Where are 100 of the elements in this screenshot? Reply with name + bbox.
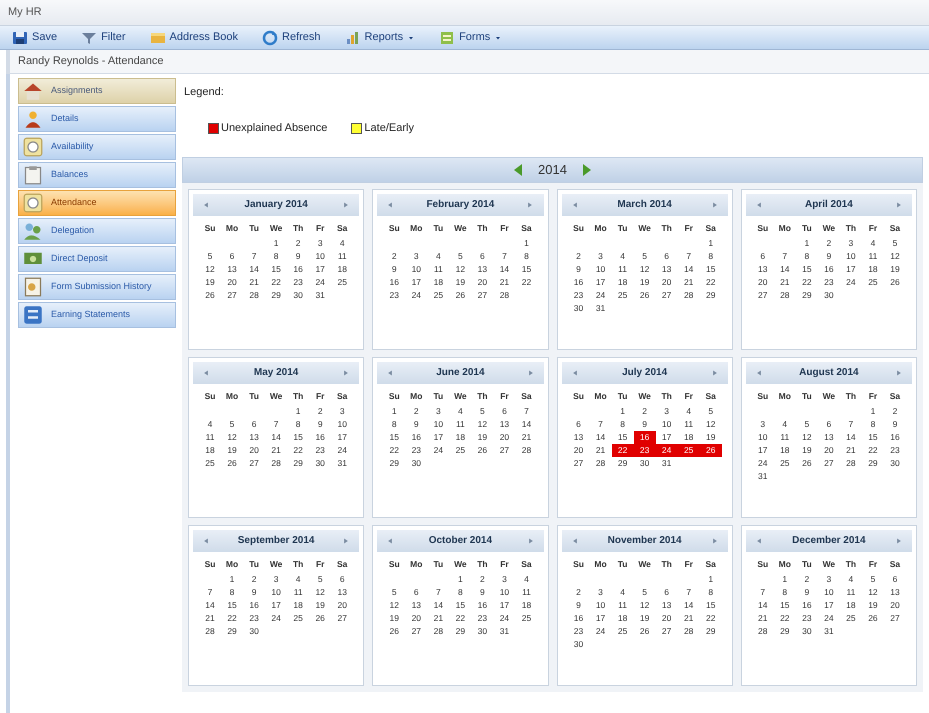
calendar-day[interactable]: 12: [449, 262, 472, 276]
calendar-day[interactable]: 29: [774, 624, 796, 638]
calendar-day[interactable]: 8: [265, 250, 288, 262]
calendar-day[interactable]: 5: [796, 418, 818, 430]
calendar-day[interactable]: 15: [265, 262, 288, 276]
calendar-day[interactable]: 6: [752, 250, 774, 262]
calendar-day[interactable]: 12: [796, 430, 818, 444]
calendar-day[interactable]: 11: [287, 586, 310, 598]
calendar-day[interactable]: 6: [818, 418, 840, 430]
calendar-day[interactable]: 24: [493, 612, 516, 624]
calendar-day[interactable]: 7: [199, 586, 222, 598]
calendar-day[interactable]: 24: [656, 444, 678, 456]
calendar-day[interactable]: 27: [818, 456, 840, 470]
calendar-day[interactable]: 24: [265, 612, 288, 624]
calendar-day[interactable]: 20: [656, 276, 678, 288]
calendar-day[interactable]: 29: [449, 624, 472, 638]
calendar-day[interactable]: 19: [383, 612, 406, 624]
calendar-day[interactable]: 13: [818, 430, 840, 444]
calendar-day[interactable]: 10: [493, 586, 516, 598]
calendar-day[interactable]: 13: [221, 262, 244, 276]
calendar-day[interactable]: 16: [383, 276, 406, 288]
calendar-day[interactable]: 10: [309, 250, 332, 262]
calendar-day[interactable]: 12: [309, 586, 332, 598]
calendar-day[interactable]: 10: [427, 418, 450, 430]
calendar-day[interactable]: 19: [796, 444, 818, 456]
calendar-day[interactable]: 12: [199, 262, 222, 276]
calendar-day[interactable]: 27: [884, 612, 906, 624]
calendar-day[interactable]: 16: [405, 430, 428, 444]
calendar-day[interactable]: 16: [471, 598, 494, 612]
calendar-day[interactable]: 20: [243, 444, 266, 456]
calendar-day[interactable]: 20: [331, 598, 354, 612]
calendar-day[interactable]: 18: [612, 612, 634, 624]
calendar-day[interactable]: 12: [884, 250, 906, 262]
calendar-day[interactable]: 5: [634, 250, 656, 262]
calendar-day[interactable]: 31: [493, 624, 516, 638]
sidebar-item[interactable]: Details: [18, 106, 176, 132]
calendar-day[interactable]: 19: [862, 598, 884, 612]
calendar-day[interactable]: 23: [383, 288, 406, 302]
calendar-day[interactable]: 23: [243, 612, 266, 624]
calendar-day[interactable]: 23: [405, 444, 428, 456]
calendar-day[interactable]: 24: [752, 456, 774, 470]
calendar-day[interactable]: 23: [471, 612, 494, 624]
calendar-day[interactable]: 30: [243, 624, 266, 638]
calendar-day[interactable]: 17: [331, 430, 354, 444]
calendar-day[interactable]: 4: [199, 418, 222, 430]
calendar-day[interactable]: 26: [884, 276, 906, 288]
calendar-day[interactable]: 4: [862, 236, 884, 250]
calendar-day[interactable]: 8: [221, 586, 244, 598]
calendar-day[interactable]: 1: [774, 572, 796, 586]
calendar-day[interactable]: 31: [309, 288, 332, 302]
calendar-day[interactable]: 21: [590, 444, 612, 456]
calendar-day[interactable]: 12: [700, 418, 722, 430]
calendar-day[interactable]: 17: [405, 276, 428, 288]
calendar-day[interactable]: 20: [884, 598, 906, 612]
calendar-day[interactable]: 21: [493, 276, 516, 288]
calendar-day[interactable]: 7: [493, 250, 516, 262]
calendar-day[interactable]: 5: [449, 250, 472, 262]
calendar-day[interactable]: 25: [449, 444, 472, 456]
calendar-day[interactable]: 14: [590, 430, 612, 444]
calendar-day[interactable]: 27: [331, 612, 354, 624]
calendar-day[interactable]: 20: [568, 444, 590, 456]
calendar-day[interactable]: 15: [612, 430, 634, 444]
calendar-day[interactable]: 28: [515, 444, 538, 456]
calendar-day[interactable]: 3: [405, 250, 428, 262]
calendar-day[interactable]: 12: [634, 262, 656, 276]
toolbar-button[interactable]: Filter: [77, 28, 130, 48]
calendar-day[interactable]: 19: [884, 262, 906, 276]
calendar-day[interactable]: 26: [471, 444, 494, 456]
calendar-day[interactable]: 19: [449, 276, 472, 288]
calendar-day[interactable]: 30: [309, 456, 332, 470]
calendar-day[interactable]: 18: [840, 598, 862, 612]
sidebar-item[interactable]: Availability: [18, 134, 176, 160]
calendar-day[interactable]: 6: [493, 404, 516, 418]
calendar-day[interactable]: 9: [287, 250, 310, 262]
calendar-day[interactable]: 2: [634, 404, 656, 418]
calendar-day[interactable]: 22: [700, 276, 722, 288]
calendar-day[interactable]: 16: [243, 598, 266, 612]
calendar-day[interactable]: 23: [287, 276, 310, 288]
calendar-day[interactable]: 22: [796, 276, 818, 288]
sidebar-item[interactable]: Delegation: [18, 218, 176, 244]
toolbar-button[interactable]: Reports: [340, 28, 420, 48]
calendar-day[interactable]: 21: [774, 276, 796, 288]
calendar-day[interactable]: 11: [331, 250, 354, 262]
calendar-day[interactable]: 27: [656, 288, 678, 302]
calendar-day[interactable]: 23: [884, 444, 906, 456]
calendar-day[interactable]: 19: [634, 612, 656, 624]
calendar-day[interactable]: 21: [243, 276, 266, 288]
calendar-day[interactable]: 10: [331, 418, 354, 430]
calendar-day[interactable]: 26: [862, 612, 884, 624]
calendar-day[interactable]: 11: [449, 418, 472, 430]
calendar-day[interactable]: 11: [840, 586, 862, 598]
calendar-day[interactable]: 19: [634, 276, 656, 288]
calendar-day[interactable]: 13: [471, 262, 494, 276]
calendar-day[interactable]: 18: [515, 598, 538, 612]
calendar-day[interactable]: 31: [331, 456, 354, 470]
calendar-day[interactable]: 24: [309, 276, 332, 288]
calendar-day[interactable]: 2: [471, 572, 494, 586]
calendar-day[interactable]: 1: [612, 404, 634, 418]
calendar-day[interactable]: 13: [884, 586, 906, 598]
calendar-day[interactable]: 1: [796, 236, 818, 250]
